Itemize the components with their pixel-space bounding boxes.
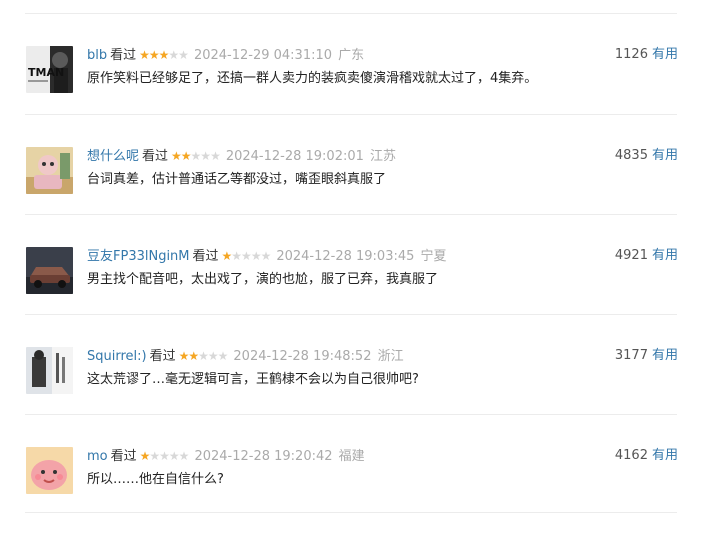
comment-time: 2024-12-29 04:31:10 bbox=[193, 48, 333, 63]
divider bbox=[25, 114, 677, 115]
vote-area: 1126 有用 bbox=[615, 46, 678, 64]
comment-item: 想什么呢 看过 ★★★★★ 2024-12-28 19:02:01 江苏 4835 有用… bbox=[0, 147, 719, 247]
watch-status: 看过 bbox=[192, 249, 219, 264]
comment-meta: blb 看过 ★★★★★ 2024-12-29 04:31:10 广东 bbox=[87, 46, 364, 64]
watch-status: 看过 bbox=[110, 48, 137, 63]
comment-list: TMAN blb 看过 ★★★★★ 2024-12-29 04:31:10 广东 11… bbox=[0, 0, 719, 516]
comment-item: 豆友FP33lNginM 看过 ★★★★★ 2024-12-28 19:03:45 宁… bbox=[0, 247, 719, 347]
vote-count: 1126 bbox=[614, 47, 648, 62]
avatar[interactable] bbox=[26, 447, 73, 494]
vote-count: 4835 bbox=[614, 148, 648, 163]
divider bbox=[25, 13, 677, 14]
comment-meta: Squirrel:) 看过 ★★★★★ 2024-12-28 19:48:52 浙江 bbox=[87, 347, 404, 365]
rating-stars: ★★★★★ bbox=[171, 149, 221, 163]
comment-location: 宁夏 bbox=[420, 249, 447, 264]
avatar-logo-text: TMAN bbox=[28, 66, 64, 79]
avatar[interactable]: TMAN bbox=[26, 46, 73, 93]
avatar[interactable] bbox=[26, 347, 73, 394]
comment-location: 福建 bbox=[338, 449, 365, 464]
avatar-image bbox=[26, 447, 73, 494]
divider bbox=[25, 512, 677, 513]
vote-count: 3177 bbox=[614, 348, 648, 363]
comment-time: 2024-12-28 19:02:01 bbox=[225, 149, 364, 164]
avatar-image: TMAN bbox=[26, 46, 73, 93]
comment-time: 2024-12-28 19:48:52 bbox=[233, 349, 372, 364]
vote-count: 4162 bbox=[614, 448, 648, 463]
vote-area: 4162 有用 bbox=[615, 447, 678, 465]
useful-button[interactable]: 有用 bbox=[652, 248, 678, 263]
avatar[interactable] bbox=[26, 247, 73, 294]
comment-item: mo 看过 ★★★★★ 2024-12-28 19:20:42 福建 4162 有用 所… bbox=[0, 447, 719, 547]
comment-text: 所以……他在自信什么? bbox=[87, 472, 224, 487]
rating-stars: ★★★★★ bbox=[139, 48, 189, 62]
comment-text: 男主找个配音吧，太出戏了，演的也尬，服了已弃，我真服了 bbox=[87, 272, 439, 287]
watch-status: 看过 bbox=[142, 149, 169, 164]
comment-item: Squirrel:) 看过 ★★★★★ 2024-12-28 19:48:52 浙江 … bbox=[0, 347, 719, 447]
useful-button[interactable]: 有用 bbox=[652, 47, 678, 62]
avatar-image bbox=[26, 147, 73, 194]
vote-area: 4835 有用 bbox=[615, 147, 678, 165]
comment-text: 台词真差，估计普通话乙等都没过，嘴歪眼斜真服了 bbox=[87, 172, 387, 187]
comment-text: 这太荒谬了…毫无逻辑可言，王鹤棣不会以为自己很帅吧? bbox=[87, 372, 419, 387]
comment-time: 2024-12-28 19:20:42 bbox=[194, 449, 333, 464]
comment-meta: 豆友FP33lNginM 看过 ★★★★★ 2024-12-28 19:03:45 宁… bbox=[87, 247, 447, 265]
comment-meta: mo 看过 ★★★★★ 2024-12-28 19:20:42 福建 bbox=[87, 447, 365, 465]
rating-stars: ★★★★★ bbox=[221, 249, 272, 263]
divider bbox=[25, 214, 677, 215]
watch-status: 看过 bbox=[110, 449, 137, 464]
username-link[interactable]: blb bbox=[87, 48, 107, 63]
divider bbox=[25, 314, 677, 315]
useful-button[interactable]: 有用 bbox=[652, 348, 678, 363]
useful-button[interactable]: 有用 bbox=[652, 448, 678, 463]
comment-location: 广东 bbox=[338, 48, 365, 63]
divider bbox=[25, 414, 677, 415]
username-link[interactable]: 想什么呢 bbox=[87, 149, 139, 164]
vote-count: 4921 bbox=[614, 248, 648, 263]
username-link[interactable]: mo bbox=[87, 449, 108, 464]
avatar[interactable] bbox=[26, 147, 73, 194]
comment-text: 原作笑料已经够足了，还搞一群人卖力的装疯卖傻演滑稽戏就太过了，4集弃。 bbox=[87, 71, 538, 86]
username-link[interactable]: 豆友FP33lNginM bbox=[87, 249, 190, 264]
avatar-image bbox=[26, 347, 73, 394]
vote-area: 3177 有用 bbox=[615, 347, 678, 365]
username-link[interactable]: Squirrel:) bbox=[87, 349, 147, 364]
vote-area: 4921 有用 bbox=[615, 247, 678, 265]
comment-location: 江苏 bbox=[370, 149, 397, 164]
comment-meta: 想什么呢 看过 ★★★★★ 2024-12-28 19:02:01 江苏 bbox=[87, 147, 396, 165]
comment-time: 2024-12-28 19:03:45 bbox=[276, 249, 415, 264]
rating-stars: ★★★★★ bbox=[178, 349, 229, 363]
comment-location: 浙江 bbox=[377, 349, 404, 364]
avatar-image bbox=[26, 247, 73, 294]
watch-status: 看过 bbox=[149, 349, 176, 364]
rating-stars: ★★★★★ bbox=[139, 449, 190, 463]
comment-item: TMAN blb 看过 ★★★★★ 2024-12-29 04:31:10 广东 11… bbox=[0, 46, 719, 146]
useful-button[interactable]: 有用 bbox=[652, 148, 678, 163]
